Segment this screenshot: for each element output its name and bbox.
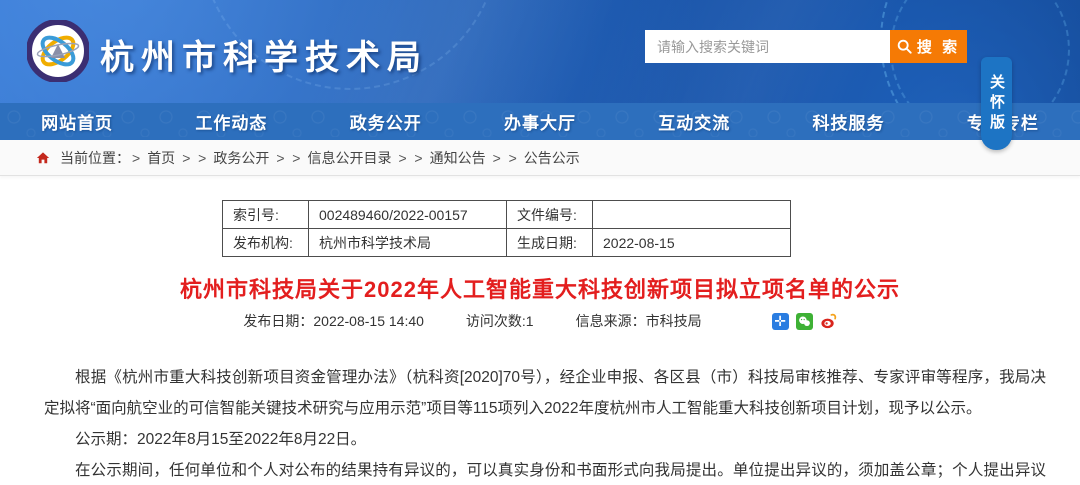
main-nav: 网站首页 工作动态 政务公开 办事大厅 互动交流 科技服务 专题专栏	[0, 103, 1080, 140]
article-paragraph: 根据《杭州市重大科技创新项目资金管理办法》（杭科资[2020]70号），经企业申…	[44, 362, 1046, 424]
article-meta: 发布日期：2022-08-15 14:40 访问次数:1 信息来源：市科技局 ✛	[0, 311, 1080, 331]
nav-item-gov-affairs[interactable]: 政务公开	[309, 103, 463, 140]
nav-item-tech-services[interactable]: 科技服务	[771, 103, 925, 140]
weibo-share-icon[interactable]	[820, 313, 837, 330]
search-bar: 搜 索	[645, 30, 967, 63]
issuing-agency-value: 杭州市科学技术局	[309, 229, 507, 257]
file-number-value	[593, 201, 791, 229]
nav-item-home[interactable]: 网站首页	[0, 103, 154, 140]
file-number-label: 文件编号:	[507, 201, 593, 229]
breadcrumb-item-home[interactable]: 首页	[147, 148, 175, 168]
page-title: 杭州市科技局关于2022年人工智能重大科技创新项目拟立项名单的公示	[0, 272, 1080, 304]
breadcrumb-prefix: 当前位置：	[60, 148, 130, 168]
breadcrumb: 当前位置： > 首页 > > 政务公开 > > 信息公开目录 > > 通知公告 …	[0, 140, 1080, 176]
nav-item-service-hall[interactable]: 办事大厅	[463, 103, 617, 140]
article-body: 根据《杭州市重大科技创新项目资金管理办法》（杭科资[2020]70号），经企业申…	[0, 362, 1080, 485]
visit-count: 访问次数:1	[466, 311, 534, 331]
search-button[interactable]: 搜 索	[890, 30, 967, 63]
table-row: 索引号: 002489460/2022-00157 文件编号:	[223, 201, 791, 229]
article-paragraph: 在公示期间，任何单位和个人对公布的结果持有异议的，可以真实身份和书面形式向我局提…	[44, 455, 1046, 485]
info-source: 信息来源：市科技局	[576, 311, 702, 331]
share-buttons: ✛	[772, 313, 837, 330]
issuing-agency-label: 发布机构:	[223, 229, 309, 257]
breadcrumb-item-info-catalog[interactable]: 信息公开目录	[307, 148, 391, 168]
wechat-share-icon[interactable]	[796, 313, 813, 330]
document-metadata-table: 索引号: 002489460/2022-00157 文件编号: 发布机构: 杭州…	[222, 200, 791, 257]
search-button-label: 搜 索	[917, 36, 960, 57]
index-number-value: 002489460/2022-00157	[309, 201, 507, 229]
nav-item-work-news[interactable]: 工作动态	[154, 103, 308, 140]
article-paragraph: 公示期：2022年8月15至2022年8月22日。	[44, 424, 1046, 455]
page: 杭州市科学技术局 搜 索 关怀版 网站首页 工作动态 政务公开 办事大厅 互动交…	[0, 0, 1080, 485]
site-header: 杭州市科学技术局 搜 索	[0, 0, 1080, 103]
publish-date: 发布日期：2022-08-15 14:40	[243, 311, 424, 331]
table-row: 发布机构: 杭州市科学技术局 生成日期: 2022-08-15	[223, 229, 791, 257]
bureau-emblem-icon	[27, 20, 89, 82]
breadcrumb-item-notices[interactable]: 通知公告	[430, 148, 486, 168]
issue-date-value: 2022-08-15	[593, 229, 791, 257]
issue-date-label: 生成日期:	[507, 229, 593, 257]
breadcrumb-item-gov-affairs[interactable]: 政务公开	[213, 148, 269, 168]
search-input[interactable]	[645, 30, 890, 63]
search-icon	[897, 39, 912, 54]
breadcrumb-item-announcements[interactable]: 公告公示	[524, 148, 580, 168]
index-number-label: 索引号:	[223, 201, 309, 229]
care-mode-tab[interactable]: 关怀版	[981, 57, 1012, 150]
site-title: 杭州市科学技术局	[100, 30, 428, 79]
nav-item-interaction[interactable]: 互动交流	[617, 103, 771, 140]
home-icon	[36, 151, 50, 165]
share-plus-icon[interactable]: ✛	[772, 313, 789, 330]
